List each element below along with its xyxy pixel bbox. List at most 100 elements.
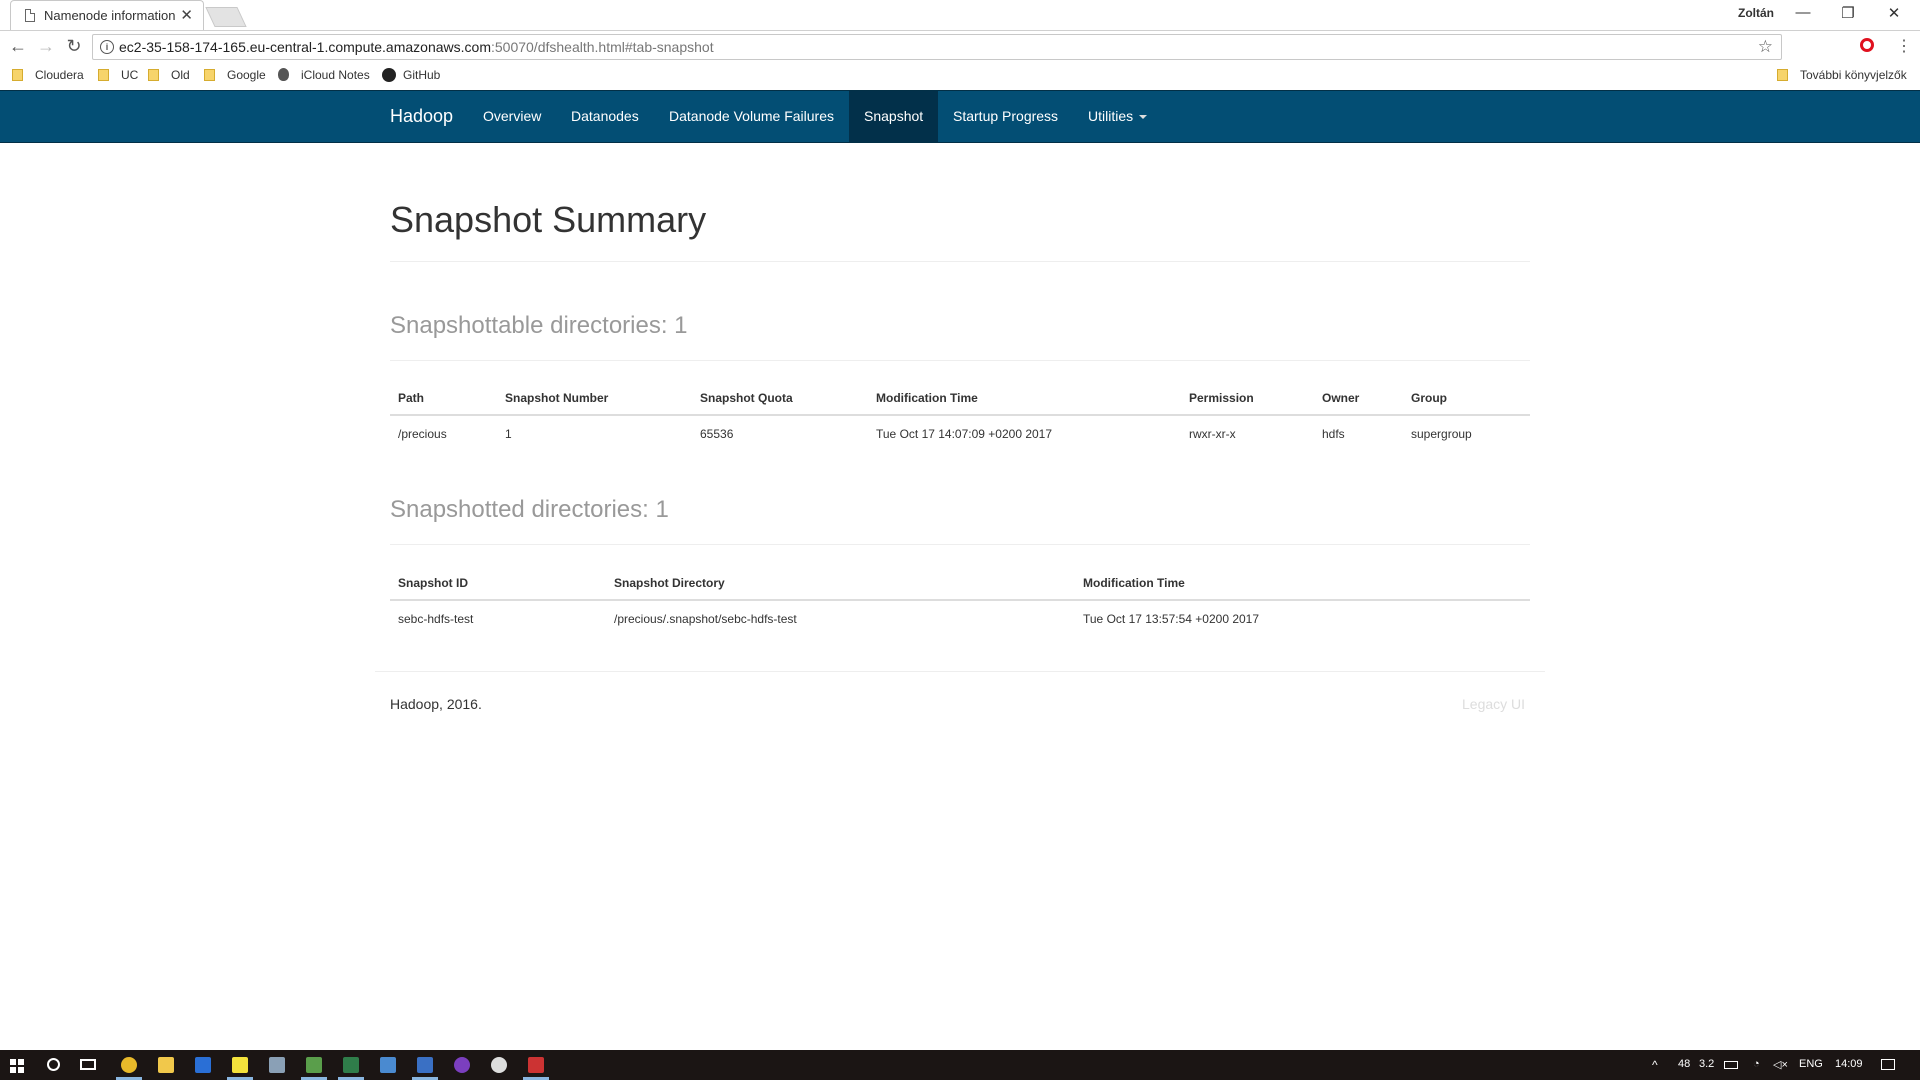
url-text[interactable]: ec2-35-158-174-165.eu-central-1.compute.…: [119, 39, 714, 55]
notifications-icon[interactable]: [1881, 1059, 1895, 1070]
search-icon[interactable]: [47, 1058, 60, 1071]
bookmark-github[interactable]: GitHub: [382, 68, 440, 82]
folder-icon: [204, 69, 215, 81]
table-cell: /precious/.snapshot/sebc-hdfs-test: [614, 612, 797, 626]
task-view-icon[interactable]: [80, 1059, 96, 1070]
bookmark-icloud-notes[interactable]: iCloud Notes: [278, 68, 370, 82]
tray-value: 48: [1678, 1058, 1691, 1070]
monitor-app-icon[interactable]: [306, 1057, 322, 1073]
column-header: Snapshot Directory: [614, 576, 725, 590]
wifi-icon[interactable]: ◔: [1753, 1058, 1760, 1070]
tray-chevron-icon[interactable]: ^: [1652, 1058, 1658, 1072]
bookmark-uc[interactable]: UC: [98, 68, 138, 82]
info-icon[interactable]: i: [100, 40, 114, 54]
close-window-icon[interactable]: ✕: [1884, 4, 1904, 22]
github-icon: [382, 68, 396, 82]
file-explorer-icon[interactable]: [158, 1057, 174, 1073]
browser-tab[interactable]: Namenode information ✕: [10, 0, 204, 30]
back-icon[interactable]: ←: [7, 36, 29, 57]
column-header: Path: [398, 391, 425, 405]
folder-icon: [98, 69, 109, 81]
folder-icon: [1777, 69, 1788, 81]
bookmark-cloudera[interactable]: Cloudera: [12, 68, 84, 82]
browser-menu-icon[interactable]: ⋮: [1896, 36, 1912, 56]
divider: [390, 360, 1530, 361]
chrome-icon[interactable]: [121, 1057, 137, 1073]
footer-copyright: Hadoop, 2016.: [390, 696, 482, 712]
reload-icon[interactable]: ↻: [63, 36, 85, 57]
snapshotted-table-header: Snapshot ID Snapshot Directory Modificat…: [390, 565, 1530, 601]
column-header: Modification Time: [876, 391, 978, 405]
bookmark-old[interactable]: Old: [148, 68, 190, 82]
language-indicator[interactable]: ENG: [1799, 1058, 1823, 1070]
nav-datanode-volume-failures[interactable]: Datanode Volume Failures: [654, 91, 849, 142]
tab-close-icon[interactable]: ✕: [180, 6, 193, 24]
table-cell: /precious: [398, 427, 447, 441]
snapshottable-table-header: Path Snapshot Number Snapshot Quota Modi…: [390, 380, 1530, 416]
column-header: Permission: [1189, 391, 1254, 405]
bookmark-star-icon[interactable]: ☆: [1758, 37, 1773, 57]
document-icon: [25, 9, 35, 22]
caret-down-icon: [1139, 115, 1148, 119]
legacy-ui-link[interactable]: Legacy UI: [1462, 696, 1525, 712]
table-row: /precious 1 65536 Tue Oct 17 14:07:09 +0…: [390, 416, 1530, 452]
snapshotted-heading: Snapshotted directories: 1: [390, 496, 669, 523]
column-header: Snapshot Quota: [700, 391, 793, 405]
table-cell: sebc-hdfs-test: [398, 612, 474, 626]
bookmarks-bar: Cloudera UC Old Google iCloud Notes GitH…: [0, 63, 1920, 91]
chat-app-icon[interactable]: [454, 1057, 470, 1073]
save-app-icon[interactable]: [195, 1057, 211, 1073]
profile-name[interactable]: Zoltán: [1738, 6, 1774, 20]
media-app-icon[interactable]: [528, 1057, 544, 1073]
volume-muted-icon[interactable]: ◁×: [1773, 1058, 1788, 1071]
table-row: sebc-hdfs-test /precious/.snapshot/sebc-…: [390, 601, 1530, 637]
battery-icon[interactable]: [1724, 1061, 1738, 1069]
other-bookmarks[interactable]: További könyvjelzők: [1777, 68, 1907, 82]
minimize-icon[interactable]: —: [1793, 4, 1813, 21]
nav-utilities[interactable]: Utilities: [1073, 91, 1162, 142]
new-tab-button[interactable]: [205, 7, 247, 27]
table-cell: rwxr-xr-x: [1189, 427, 1236, 441]
table-cell: 1: [505, 427, 512, 441]
keyboard-app-icon[interactable]: [380, 1057, 396, 1073]
tray-value: 3.2: [1699, 1058, 1715, 1070]
browser-tab-strip: Namenode information ✕ Zoltán — ❐ ✕: [0, 0, 1920, 31]
nav-datanodes[interactable]: Datanodes: [556, 91, 654, 142]
table-cell: Tue Oct 17 14:07:09 +0200 2017: [876, 427, 1053, 441]
apple-icon: [278, 68, 289, 81]
tool-app-icon[interactable]: [269, 1057, 285, 1073]
divider: [390, 544, 1530, 545]
table-cell: hdfs: [1322, 427, 1345, 441]
clock[interactable]: 14:09: [1835, 1058, 1863, 1070]
folder-icon: [12, 69, 23, 81]
steam-app-icon[interactable]: [491, 1057, 507, 1073]
forward-icon[interactable]: →: [35, 36, 57, 57]
brand-link[interactable]: Hadoop: [390, 106, 453, 127]
windows-taskbar: ^ 48 3.2 ◔ ◁× ENG 14:09: [0, 1050, 1920, 1080]
address-bar[interactable]: i ec2-35-158-174-165.eu-central-1.comput…: [92, 34, 1782, 60]
restore-icon[interactable]: ❐: [1838, 4, 1858, 22]
start-icon[interactable]: [10, 1059, 24, 1073]
divider: [390, 261, 1530, 262]
nav-startup-progress[interactable]: Startup Progress: [938, 91, 1073, 142]
table-cell: Tue Oct 17 13:57:54 +0200 2017: [1083, 612, 1260, 626]
opera-extension-icon[interactable]: [1860, 38, 1874, 52]
notes-app-icon[interactable]: [232, 1057, 248, 1073]
folder-icon: [148, 69, 159, 81]
snapshottable-heading: Snapshottable directories: 1: [390, 312, 688, 339]
column-header: Snapshot Number: [505, 391, 609, 405]
column-header: Owner: [1322, 391, 1360, 405]
column-header: Snapshot ID: [398, 576, 469, 590]
nav-overview[interactable]: Overview: [468, 91, 556, 142]
page-title: Snapshot Summary: [390, 199, 707, 240]
table-cell: 65536: [700, 427, 734, 441]
remote-app-icon[interactable]: [417, 1057, 433, 1073]
bookmark-google[interactable]: Google: [204, 68, 266, 82]
network-app-icon[interactable]: [343, 1057, 359, 1073]
column-header: Modification Time: [1083, 576, 1185, 590]
nav-snapshot[interactable]: Snapshot: [849, 91, 939, 142]
column-header: Group: [1411, 391, 1447, 405]
hadoop-navbar: Hadoop Overview Datanodes Datanode Volum…: [0, 90, 1920, 143]
footer-divider: [375, 671, 1545, 672]
table-cell: supergroup: [1411, 427, 1472, 441]
